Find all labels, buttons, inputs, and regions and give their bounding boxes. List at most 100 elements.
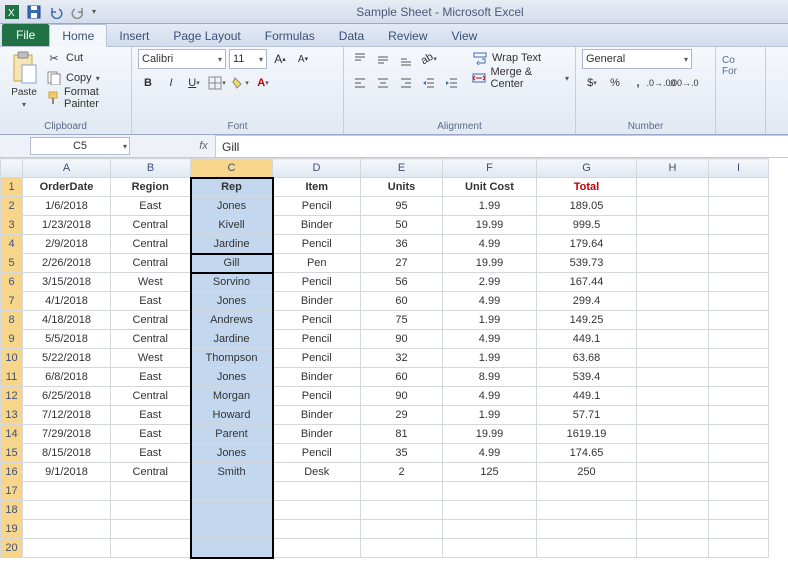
row-header-14[interactable]: 14 <box>1 425 23 444</box>
cell-D6[interactable]: Pencil <box>273 273 361 292</box>
cell-B7[interactable]: East <box>111 292 191 311</box>
redo-icon[interactable] <box>70 4 86 20</box>
row-header-1[interactable]: 1 <box>1 178 23 197</box>
cell-I15[interactable] <box>709 444 769 463</box>
tab-formulas[interactable]: Formulas <box>253 25 327 46</box>
font-name-select[interactable]: Calibri▾ <box>138 49 226 69</box>
cell-F3[interactable]: 19.99 <box>443 216 537 235</box>
cell-F13[interactable]: 1.99 <box>443 406 537 425</box>
cell-C4[interactable]: Jardine <box>191 235 273 254</box>
cell-H3[interactable] <box>637 216 709 235</box>
col-header-D[interactable]: D <box>273 159 361 178</box>
cell-C6[interactable]: Sorvino <box>191 273 273 292</box>
cell-D3[interactable]: Binder <box>273 216 361 235</box>
cell-B16[interactable]: Central <box>111 463 191 482</box>
cell-I4[interactable] <box>709 235 769 254</box>
cell-H13[interactable] <box>637 406 709 425</box>
cell-D11[interactable]: Binder <box>273 368 361 387</box>
cell-E5[interactable]: 27 <box>361 254 443 273</box>
cell-B17[interactable] <box>111 482 191 501</box>
align-left-icon[interactable] <box>350 73 370 93</box>
cell-B15[interactable]: East <box>111 444 191 463</box>
row-header-3[interactable]: 3 <box>1 216 23 235</box>
cell-F8[interactable]: 1.99 <box>443 311 537 330</box>
decrease-decimal-icon[interactable]: .00→.0 <box>674 73 694 93</box>
cell-C7[interactable]: Jones <box>191 292 273 311</box>
cell-F17[interactable] <box>443 482 537 501</box>
cell-H6[interactable] <box>637 273 709 292</box>
cell-H14[interactable] <box>637 425 709 444</box>
cell-A16[interactable]: 9/1/2018 <box>23 463 111 482</box>
cell-E17[interactable] <box>361 482 443 501</box>
align-bottom-icon[interactable] <box>396 49 416 69</box>
cell-C19[interactable] <box>191 520 273 539</box>
cell-B13[interactable]: East <box>111 406 191 425</box>
cell-F9[interactable]: 4.99 <box>443 330 537 349</box>
cell-H1[interactable] <box>637 178 709 197</box>
cell-B10[interactable]: West <box>111 349 191 368</box>
tab-insert[interactable]: Insert <box>107 25 161 46</box>
cell-F18[interactable] <box>443 501 537 520</box>
cell-F6[interactable]: 2.99 <box>443 273 537 292</box>
cell-C15[interactable]: Jones <box>191 444 273 463</box>
cell-A18[interactable] <box>23 501 111 520</box>
cell-H11[interactable] <box>637 368 709 387</box>
currency-button[interactable]: $▾ <box>582 73 602 93</box>
fill-color-button[interactable]: ▾ <box>230 73 250 93</box>
col-header-H[interactable]: H <box>637 159 709 178</box>
tab-home[interactable]: Home <box>49 24 107 47</box>
orientation-icon[interactable]: ab▾ <box>419 49 439 69</box>
cell-I17[interactable] <box>709 482 769 501</box>
cell-I13[interactable] <box>709 406 769 425</box>
cell-E20[interactable] <box>361 539 443 558</box>
row-header-2[interactable]: 2 <box>1 197 23 216</box>
cell-C5[interactable]: Gill <box>191 254 273 273</box>
cell-F20[interactable] <box>443 539 537 558</box>
cell-D15[interactable]: Pencil <box>273 444 361 463</box>
cell-I11[interactable] <box>709 368 769 387</box>
cell-A5[interactable]: 2/26/2018 <box>23 254 111 273</box>
cell-I9[interactable] <box>709 330 769 349</box>
cell-H17[interactable] <box>637 482 709 501</box>
cell-G3[interactable]: 999.5 <box>537 216 637 235</box>
cell-G2[interactable]: 189.05 <box>537 197 637 216</box>
row-header-17[interactable]: 17 <box>1 482 23 501</box>
cell-I16[interactable] <box>709 463 769 482</box>
cell-E10[interactable]: 32 <box>361 349 443 368</box>
cell-I5[interactable] <box>709 254 769 273</box>
cell-G12[interactable]: 449.1 <box>537 387 637 406</box>
cell-G20[interactable] <box>537 539 637 558</box>
cell-G15[interactable]: 174.65 <box>537 444 637 463</box>
cell-H10[interactable] <box>637 349 709 368</box>
cell-H7[interactable] <box>637 292 709 311</box>
cell-F14[interactable]: 19.99 <box>443 425 537 444</box>
cell-G8[interactable]: 149.25 <box>537 311 637 330</box>
row-header-20[interactable]: 20 <box>1 539 23 558</box>
col-header-A[interactable]: A <box>23 159 111 178</box>
cell-A17[interactable] <box>23 482 111 501</box>
cell-I6[interactable] <box>709 273 769 292</box>
name-box[interactable]: C5 ▾ <box>30 137 130 155</box>
cell-C3[interactable]: Kivell <box>191 216 273 235</box>
cell-H18[interactable] <box>637 501 709 520</box>
row-header-13[interactable]: 13 <box>1 406 23 425</box>
cell-G11[interactable]: 539.4 <box>537 368 637 387</box>
cell-A15[interactable]: 8/15/2018 <box>23 444 111 463</box>
cell-F11[interactable]: 8.99 <box>443 368 537 387</box>
cell-C1[interactable]: Rep <box>191 178 273 197</box>
cell-H20[interactable] <box>637 539 709 558</box>
save-icon[interactable] <box>26 4 42 20</box>
cell-I2[interactable] <box>709 197 769 216</box>
cell-F5[interactable]: 19.99 <box>443 254 537 273</box>
cell-F7[interactable]: 4.99 <box>443 292 537 311</box>
cell-H8[interactable] <box>637 311 709 330</box>
underline-button[interactable]: U▾ <box>184 73 204 93</box>
wrap-text-button[interactable]: Wrap Text <box>472 49 569 67</box>
undo-icon[interactable] <box>48 4 64 20</box>
cell-D18[interactable] <box>273 501 361 520</box>
cell-D7[interactable]: Binder <box>273 292 361 311</box>
row-header-11[interactable]: 11 <box>1 368 23 387</box>
decrease-font-icon[interactable]: A▾ <box>293 49 313 69</box>
cell-A19[interactable] <box>23 520 111 539</box>
percent-button[interactable]: % <box>605 73 625 93</box>
